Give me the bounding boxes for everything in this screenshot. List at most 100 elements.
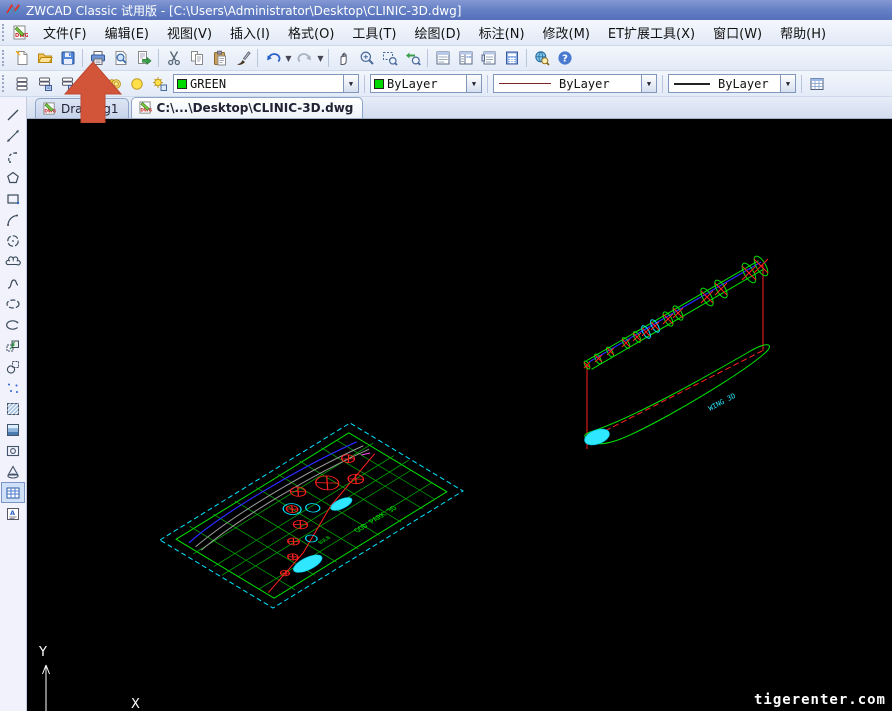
wipeout-tool[interactable] — [1, 461, 25, 482]
undo-button[interactable] — [261, 47, 284, 69]
print-button[interactable] — [86, 47, 109, 69]
menu-tools[interactable]: 工具(T) — [343, 20, 405, 45]
layer-translate-button[interactable] — [56, 73, 79, 95]
table-style-button[interactable] — [805, 73, 828, 95]
color-dropdown-button[interactable]: ▼ — [466, 75, 481, 92]
draw-toolbar: A — [0, 97, 27, 711]
current-layer: GREEN — [187, 77, 343, 91]
menu-window[interactable]: 窗口(W) — [704, 20, 771, 45]
hatch-tool[interactable] — [1, 398, 25, 419]
layer-isolate-button[interactable] — [79, 73, 102, 95]
menu-modify[interactable]: 修改(M) — [534, 20, 599, 45]
layer-properties-manager-button[interactable] — [10, 73, 33, 95]
menu-draw[interactable]: 绘图(D) — [406, 20, 470, 45]
shaft-label: WING 3D — [707, 392, 737, 413]
watermark: tigerenter.com — [754, 692, 886, 708]
arc-tool[interactable] — [1, 209, 25, 230]
menu-edit[interactable]: 编辑(E) — [96, 20, 158, 45]
main-body: A DWG Drawing1 DWG C:\...\Desktop\CLINIC… — [0, 97, 892, 711]
layers-toolbar: GREEN ▼ ByLayer ▼ ByLayer ▼ ByLayer ▼ — [0, 71, 892, 97]
toolbar-grip[interactable] — [2, 75, 7, 93]
redo-button[interactable] — [293, 47, 316, 69]
zoom-realtime-button[interactable] — [355, 47, 378, 69]
plate-small-label: BULB — [317, 536, 333, 546]
new-file-button[interactable] — [10, 47, 33, 69]
menu-insert[interactable]: 插入(I) — [221, 20, 279, 45]
ellipse-arc-tool[interactable] — [1, 314, 25, 335]
plot-export-button[interactable] — [132, 47, 155, 69]
drawing-tabs: DWG Drawing1 DWG C:\...\Desktop\CLINIC-3… — [27, 97, 892, 119]
lineweight-dropdown-button[interactable]: ▼ — [780, 75, 795, 92]
separator — [82, 49, 83, 67]
color-dropdown[interactable]: ByLayer ▼ — [370, 74, 482, 93]
toolbar-grip[interactable] — [2, 50, 7, 67]
layer-freeze-button[interactable] — [148, 73, 171, 95]
match-properties-button[interactable] — [231, 47, 254, 69]
menu-format[interactable]: 格式(O) — [279, 20, 343, 45]
linetype-preview — [499, 83, 551, 84]
layer-dropdown[interactable]: GREEN ▼ — [173, 74, 359, 93]
revision-cloud-tool[interactable] — [1, 251, 25, 272]
spline-tool[interactable] — [1, 272, 25, 293]
tab-label: Drawing1 — [61, 102, 119, 116]
cut-button[interactable] — [162, 47, 185, 69]
mtext-tool[interactable]: A — [1, 503, 25, 524]
insert-block-tool[interactable] — [1, 335, 25, 356]
dwg-file-icon[interactable]: DWG — [10, 24, 30, 42]
menu-help[interactable]: 帮助(H) — [771, 20, 835, 45]
pan-button[interactable] — [332, 47, 355, 69]
drawing-canvas[interactable]: GOD PARK 3D BULB — [27, 119, 892, 711]
gradient-tool[interactable] — [1, 419, 25, 440]
open-file-button[interactable] — [33, 47, 56, 69]
table-tool[interactable] — [1, 482, 25, 503]
menu-et-tools[interactable]: ET扩展工具(X) — [599, 20, 704, 45]
save-button[interactable] — [56, 47, 79, 69]
layer-color-swatch — [177, 79, 187, 89]
circle-tool[interactable] — [1, 230, 25, 251]
tab-drawing1[interactable]: DWG Drawing1 — [35, 98, 129, 118]
current-linetype: ByLayer — [551, 77, 641, 91]
polyline-tool[interactable] — [1, 146, 25, 167]
quick-calculator-button[interactable] — [500, 47, 523, 69]
menu-dimension[interactable]: 标注(N) — [470, 20, 534, 45]
document-area: DWG Drawing1 DWG C:\...\Desktop\CLINIC-3… — [27, 97, 892, 711]
print-preview-button[interactable] — [109, 47, 132, 69]
linetype-dropdown[interactable]: ByLayer ▼ — [493, 74, 657, 93]
tab-clinic-3d[interactable]: DWG C:\...\Desktop\CLINIC-3D.dwg — [131, 97, 364, 118]
construction-line-tool[interactable] — [1, 125, 25, 146]
make-block-tool[interactable] — [1, 356, 25, 377]
window-title: ZWCAD Classic 试用版 - [C:\Users\Administra… — [26, 2, 461, 19]
layer-dropdown-button[interactable]: ▼ — [343, 75, 358, 92]
design-center-button[interactable] — [454, 47, 477, 69]
app-logo-icon — [6, 3, 21, 17]
linetype-dropdown-button[interactable]: ▼ — [641, 75, 656, 92]
menu-view[interactable]: 视图(V) — [158, 20, 221, 45]
zoom-previous-button[interactable] — [401, 47, 424, 69]
layer-previous-button[interactable] — [102, 73, 125, 95]
layer-on-button[interactable] — [125, 73, 148, 95]
undo-dropdown[interactable]: ▼ — [284, 54, 293, 63]
toolbar-grip[interactable] — [2, 24, 7, 42]
menu-file[interactable]: 文件(F) — [34, 20, 96, 45]
separator — [427, 49, 428, 67]
properties-palette-button[interactable] — [431, 47, 454, 69]
plate-label: GOD PARK 3D — [352, 504, 400, 533]
redo-dropdown[interactable]: ▼ — [316, 54, 325, 63]
rectangle-tool[interactable] — [1, 188, 25, 209]
layer-states-manager-button[interactable] — [33, 73, 56, 95]
lineweight-dropdown[interactable]: ByLayer ▼ — [668, 74, 796, 93]
separator — [487, 75, 488, 93]
zoom-window-button[interactable] — [378, 47, 401, 69]
polygon-tool[interactable] — [1, 167, 25, 188]
point-tool[interactable] — [1, 377, 25, 398]
ellipse-tool[interactable] — [1, 293, 25, 314]
paste-button[interactable] — [208, 47, 231, 69]
current-color: ByLayer — [384, 77, 466, 91]
help-button[interactable]: ? — [553, 47, 576, 69]
separator — [526, 49, 527, 67]
region-tool[interactable] — [1, 440, 25, 461]
tool-palettes-button[interactable] — [477, 47, 500, 69]
find-button[interactable] — [530, 47, 553, 69]
copy-button[interactable] — [185, 47, 208, 69]
line-tool[interactable] — [1, 104, 25, 125]
